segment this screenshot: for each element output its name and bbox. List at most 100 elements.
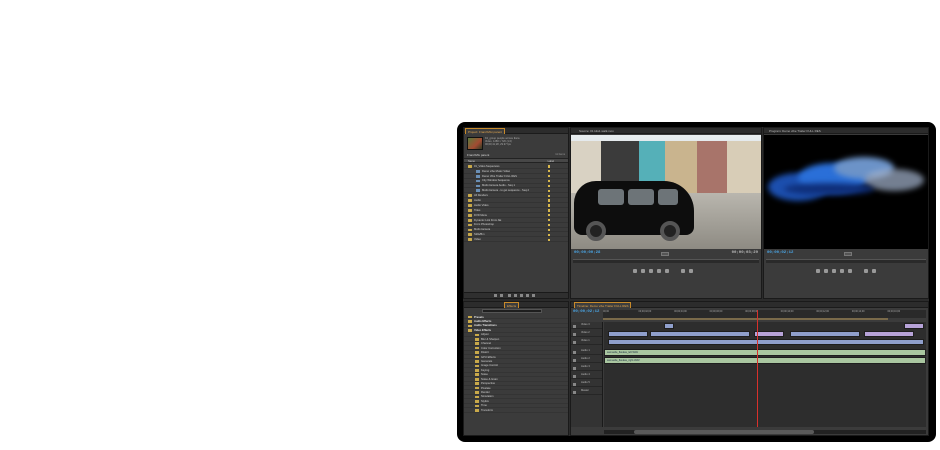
work-area-bar[interactable] [603,318,888,320]
building [727,141,761,193]
track-name: Audio 2 [581,357,590,360]
source-time-ruler[interactable] [573,259,759,263]
track-header[interactable]: Audio 2 [571,357,602,363]
audio-clip-label: samuelle_flavkas_left.WAV [607,351,639,354]
list-view-icon[interactable] [494,294,497,297]
tab-timeline[interactable]: Timeline: Demo vibe Trailer FULL RES [574,302,632,308]
program-monitor: Program: Demo vibe Trailer FULL RES 00;0… [763,127,929,299]
label-color-chip [547,184,550,188]
timeline-timecode[interactable]: 00;00;02;12 [573,310,599,314]
video-clip[interactable] [790,331,860,337]
track-header[interactable]: Master [571,389,602,395]
tab-source[interactable]: Source: 01 kits1 walk.mov [577,128,616,134]
folder-icon [468,233,472,237]
video-clip[interactable] [904,323,924,329]
automate-icon[interactable] [508,294,511,297]
folder-icon [468,218,472,222]
track-header[interactable]: Video 2 [571,331,602,337]
black-taxi [574,181,694,241]
effects-item-label: Keying [481,368,490,372]
step-back-icon[interactable] [641,269,645,273]
mark-out-icon[interactable] [665,269,669,273]
speaker-icon[interactable] [573,350,576,354]
video-clip[interactable] [608,339,924,345]
video-clip[interactable] [608,331,648,337]
track-name: Video 1 [581,339,590,342]
tab-project[interactable]: Project: FranziMixi parent [465,128,506,134]
playhead[interactable] [757,310,758,427]
program-fit-dropdown[interactable] [844,252,852,256]
video-clip[interactable] [650,331,750,337]
speaker-icon[interactable] [573,374,576,378]
effects-item-label: Distort [481,351,489,355]
folder-icon [468,213,472,217]
timeline-tracks: samuelle_flavkas_left.WAV samuelle_flavk… [604,322,926,427]
mark-in-icon[interactable] [816,269,820,273]
play-icon[interactable] [649,269,653,273]
track-header[interactable]: Audio 5 [571,381,602,387]
speaker-icon[interactable] [573,382,576,386]
ruler-tick-label: 00;00;12;00 [816,310,829,313]
folder-icon [475,333,479,337]
program-time-ruler[interactable] [766,259,926,263]
play-icon[interactable] [832,269,836,273]
project-item-label: All Renders [474,194,488,198]
project-item-label: Demo Vibe Trailer FULL RES [482,174,517,178]
eye-icon[interactable] [573,324,576,328]
new-bin-icon[interactable] [520,294,523,297]
effects-item-label: Image Control [481,364,498,368]
video-clip[interactable] [864,331,914,337]
effects-item[interactable]: Transform [464,408,568,413]
new-item-icon[interactable] [526,294,529,297]
video-clip[interactable] [754,331,784,337]
track-header[interactable]: Video 3 [571,323,602,329]
timeline-time-ruler[interactable]: 00;00 00;00;02;00 00;00;04;00 00;00;06;00 00… [603,310,926,318]
project-item-label: Audio Video [474,203,489,207]
speaker-icon[interactable] [573,366,576,370]
insert-icon[interactable] [681,269,685,273]
ruler-tick-label: 00;00;02;00 [638,310,652,313]
speaker-icon[interactable] [573,358,576,362]
step-forward-icon[interactable] [657,269,661,273]
tab-program[interactable]: Program: Demo vibe Trailer FULL RES [767,128,823,134]
column-label[interactable]: Label [548,160,554,163]
video-clip[interactable] [664,323,674,329]
source-fit-dropdown[interactable] [661,252,669,256]
tab-effects[interactable]: Effects [504,302,520,308]
extract-icon[interactable] [872,269,876,273]
mark-in-icon[interactable] [633,269,637,273]
folder-icon [475,360,479,363]
lift-icon[interactable] [864,269,868,273]
eye-icon[interactable] [573,340,576,344]
project-item[interactable]: Video [464,237,568,243]
step-forward-icon[interactable] [840,269,844,273]
audio-clip[interactable]: samuelle_flavkas_left.WAV [604,349,926,356]
find-icon[interactable] [514,294,517,297]
eye-icon[interactable] [573,332,576,336]
folder-icon [475,400,479,403]
program-timecode[interactable]: 00;00;02;12 [767,251,793,255]
scrollbar-thumb[interactable] [634,430,814,434]
speaker-icon[interactable] [573,390,576,394]
track-header[interactable]: Audio 1 [571,349,602,355]
track-header[interactable]: Audio 4 [571,373,602,379]
step-back-icon[interactable] [824,269,828,273]
audio-clip[interactable]: samuelle_flavkas_right.WAV [604,357,926,364]
track-header[interactable]: Video 1 [571,339,602,345]
column-name[interactable]: Name [468,160,475,163]
effects-search-input[interactable] [482,309,542,313]
mark-out-icon[interactable] [848,269,852,273]
overlay-icon[interactable] [689,269,693,273]
trash-icon[interactable] [532,294,535,297]
folder-icon [475,386,479,390]
label-color-chip [547,223,550,227]
icon-view-icon[interactable] [500,294,503,297]
folder-icon [475,404,479,408]
folder-icon [475,364,479,368]
project-item-label: Multi-Camera [474,228,491,232]
timeline-scrollbar[interactable] [604,430,926,434]
source-timecode-in[interactable]: 00;00;00;28 [574,251,600,255]
track-header[interactable]: Audio 3 [571,365,602,371]
project-name: FranziMix parent [467,153,490,157]
project-column-header: Name Label [464,158,568,163]
